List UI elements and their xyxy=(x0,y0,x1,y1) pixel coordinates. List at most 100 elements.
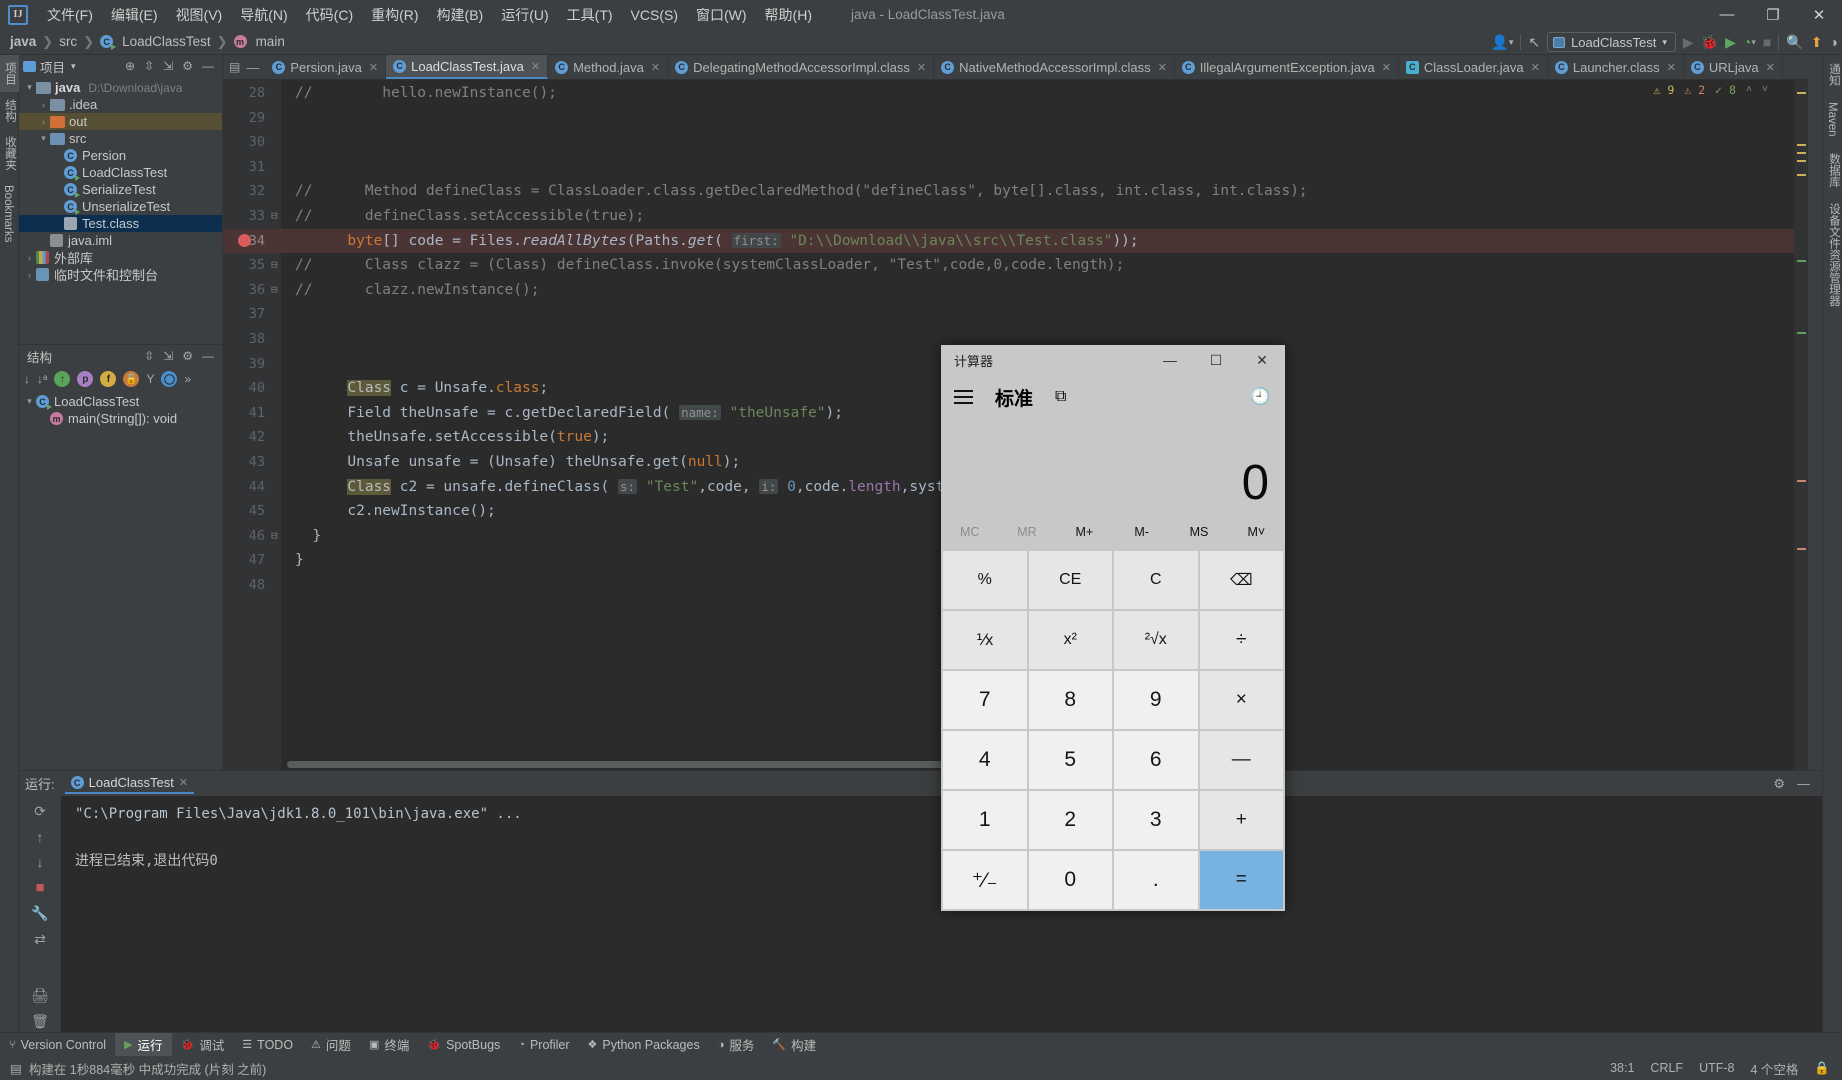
code-line-32[interactable]: 32 // Method defineClass = ClassLoader.cl… xyxy=(223,179,1808,204)
calc-key-x²[interactable]: x² xyxy=(1028,611,1112,669)
tool-window-button---[interactable]: 🐞 调试 xyxy=(172,1033,234,1057)
stop-icon[interactable]: ■ xyxy=(1763,34,1771,50)
close-icon[interactable]: ✕ xyxy=(651,61,660,74)
tree-item-java[interactable]: ▾ java D:\Download\java xyxy=(19,79,222,96)
memory-button-MS[interactable]: MS xyxy=(1170,525,1227,539)
memory-button-MC[interactable]: MC xyxy=(941,525,998,539)
file-encoding[interactable]: UTF-8 xyxy=(1699,1061,1734,1075)
theme-icon[interactable]: ◑ xyxy=(1830,34,1838,50)
calc-key-0[interactable]: 0 xyxy=(1028,851,1112,909)
calc-key-6[interactable]: 6 xyxy=(1114,731,1198,789)
tree-item-loadclasstest[interactable]: ▾ C LoadClassTest xyxy=(19,393,222,410)
menu-item-2[interactable]: 视图(V) xyxy=(167,1,232,29)
close-icon[interactable]: ✕ xyxy=(1766,61,1775,74)
editor-tab-illegalargumentexception-java[interactable]: C IllegalArgumentException.java ✕ xyxy=(1175,55,1399,79)
hide-editor-icon[interactable]: — xyxy=(246,60,259,75)
sort-by-visibility-icon[interactable]: ↓ xyxy=(24,372,30,386)
editor-tab-launcher-class[interactable]: C Launcher.class ✕ xyxy=(1548,55,1684,79)
calc-key-÷[interactable]: ÷ xyxy=(1199,611,1283,669)
locate-icon[interactable]: ⊕ xyxy=(125,59,135,73)
rerun-icon[interactable]: ⟳ xyxy=(34,803,46,820)
tree-item-java-iml[interactable]: java.iml xyxy=(19,232,222,249)
breakpoint-icon[interactable] xyxy=(238,233,251,247)
indent-setting[interactable]: 4 个空格 xyxy=(1750,1059,1798,1078)
code-line-29[interactable]: 29 xyxy=(223,106,1808,131)
maximize-button[interactable]: ❐ xyxy=(1750,0,1796,29)
code-line-37[interactable]: 37 xyxy=(223,302,1808,327)
caret-position[interactable]: 38:1 xyxy=(1610,1061,1634,1075)
settings-gear-icon[interactable]: ⚙ xyxy=(182,349,193,363)
calc-key-3[interactable]: 3 xyxy=(1114,791,1198,849)
tool-window-button-todo[interactable]: ☰ TODO xyxy=(233,1033,302,1057)
tool-window-button---[interactable]: ▣ 终端 xyxy=(360,1033,418,1057)
tool-stripe-数据库[interactable]: 数据库 xyxy=(1823,145,1842,196)
close-icon[interactable]: ✕ xyxy=(1158,61,1167,74)
menu-item-9[interactable]: VCS(S) xyxy=(622,3,687,27)
editor-tab-persion-java[interactable]: C Persion.java ✕ xyxy=(265,55,387,79)
breadcrumb-item-java[interactable]: java xyxy=(10,34,36,49)
lock-icon[interactable]: 🔒 xyxy=(1814,1061,1830,1076)
sort-alphabetically-icon[interactable]: ↓ᵃ xyxy=(37,372,47,386)
tool-window-button-profiler[interactable]: ◔ Profiler xyxy=(509,1033,578,1057)
keep-on-top-icon[interactable]: ⧉ xyxy=(1055,388,1066,406)
close-icon[interactable]: ✕ xyxy=(179,776,188,789)
calc-key-1[interactable]: 1 xyxy=(943,791,1027,849)
fold-marker-icon[interactable]: ⊟ xyxy=(271,204,278,229)
tree-item-persion[interactable]: C Persion xyxy=(19,147,222,164)
memory-button-MR[interactable]: MR xyxy=(998,525,1055,539)
calc-key-CE[interactable]: CE xyxy=(1028,551,1112,609)
calc-key-C[interactable]: C xyxy=(1114,551,1198,609)
tool-stripe-设备文件资源管理器[interactable]: 设备文件资源管理器 xyxy=(1823,195,1842,315)
hide-panel-icon[interactable]: — xyxy=(202,349,214,363)
close-button[interactable]: ✕ xyxy=(1796,0,1842,29)
breadcrumb-item-src[interactable]: src xyxy=(59,34,77,49)
code-line-34[interactable]: 34 byte[] code = Files.readAllBytes(Path… xyxy=(223,228,1808,254)
tree-item-loadclasstest[interactable]: C LoadClassTest xyxy=(19,164,222,181)
chevron-down-icon[interactable]: ▾ xyxy=(23,82,36,93)
menu-item-1[interactable]: 编辑(E) xyxy=(102,1,167,29)
search-icon[interactable]: 🔍 xyxy=(1786,34,1803,51)
calc-key-⅟x[interactable]: ⅟x xyxy=(943,611,1027,669)
close-icon[interactable]: ✕ xyxy=(369,61,378,74)
tool-window-button---[interactable]: ⚠ 问题 xyxy=(302,1033,360,1057)
tree-item-serializetest[interactable]: C SerializeTest xyxy=(19,181,222,198)
expand-all-icon[interactable]: ⇳ xyxy=(144,349,154,363)
code-line-28[interactable]: 28 // hello.newInstance(); xyxy=(223,81,1808,106)
tool-window-button---[interactable]: ▶ 运行 xyxy=(115,1032,172,1057)
calc-key-5[interactable]: 5 xyxy=(1028,731,1112,789)
chevron-down-icon[interactable]: ▾ xyxy=(37,133,50,144)
close-icon[interactable]: ✕ xyxy=(1382,61,1391,74)
calc-key-.[interactable]: . xyxy=(1114,851,1198,909)
tool-stripe-项目[interactable]: 项目 xyxy=(0,55,20,92)
hierarchy-icon[interactable]: Y xyxy=(146,372,154,386)
menu-hamburger-icon[interactable] xyxy=(954,386,973,408)
close-icon[interactable]: ✕ xyxy=(1667,61,1676,74)
tool-stripe-结构[interactable]: 结构 xyxy=(0,92,20,129)
hide-panel-icon[interactable]: — xyxy=(1797,776,1810,791)
tool-window-button-spotbugs[interactable]: 🐞 SpotBugs xyxy=(418,1033,509,1057)
calc-key-2[interactable]: 2 xyxy=(1028,791,1112,849)
run-tab[interactable]: C LoadClassTest ✕ xyxy=(64,773,195,794)
breadcrumb-item-loadclasstest[interactable]: C LoadClassTest xyxy=(100,34,211,50)
tree-item-main-string-----void[interactable]: m main(String[]): void xyxy=(19,410,222,427)
breadcrumb-item-main[interactable]: m main xyxy=(233,34,285,49)
calc-key-8[interactable]: 8 xyxy=(1028,671,1112,729)
clear-all-icon[interactable]: 🗑 xyxy=(31,1013,49,1030)
editor-tab-method-java[interactable]: C Method.java ✕ xyxy=(548,55,669,79)
memory-button-M-[interactable]: M- xyxy=(1113,525,1170,539)
menu-item-4[interactable]: 代码(C) xyxy=(297,1,362,29)
tool-stripe-通知[interactable]: 通知 xyxy=(1823,55,1842,94)
calc-key-⁺∕₋[interactable]: ⁺∕₋ xyxy=(943,851,1027,909)
chevron-down-icon[interactable]: ▾ xyxy=(23,396,36,407)
memory-button-M[interactable]: M˅ xyxy=(1228,525,1285,539)
scroll-down-icon[interactable]: ↓ xyxy=(37,854,44,870)
pin-icon[interactable]: ▤ xyxy=(229,60,240,74)
menu-item-0[interactable]: 文件(F) xyxy=(38,1,102,29)
tree-item--idea[interactable]: › .idea xyxy=(19,96,222,113)
people-icon[interactable]: 👤 ▾ xyxy=(1491,34,1513,51)
tree-item-unserializetest[interactable]: C UnserializeTest xyxy=(19,198,222,215)
calc-key-×[interactable]: × xyxy=(1199,671,1283,729)
tool-window-button---[interactable]: 🔨 构建 xyxy=(763,1033,825,1057)
calc-key-9[interactable]: 9 xyxy=(1114,671,1198,729)
stop-icon[interactable]: ■ xyxy=(35,879,44,896)
